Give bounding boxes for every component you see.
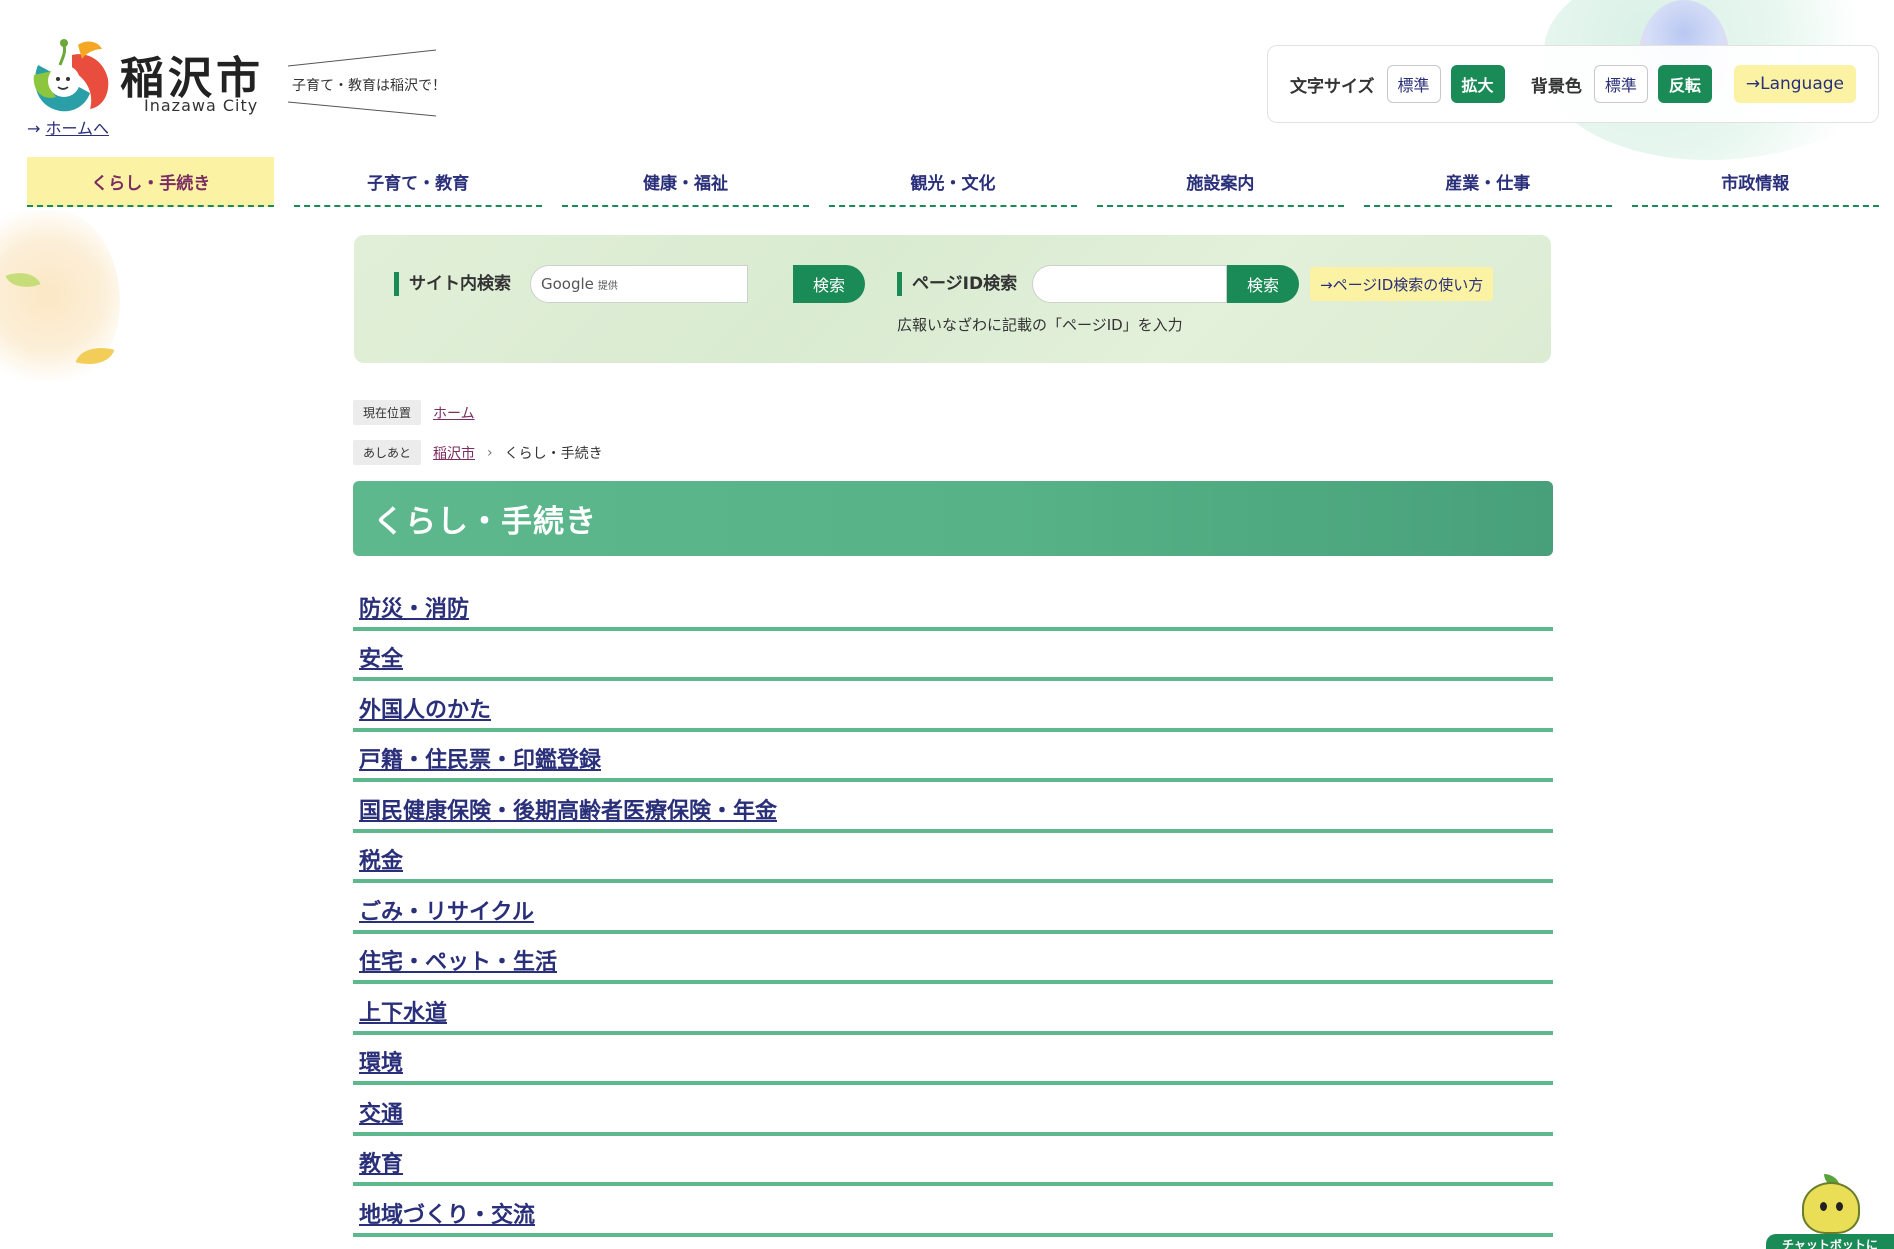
category-link[interactable]: 外国人のかた [359,692,491,724]
category-link[interactable]: 地域づくり・交流 [359,1197,535,1229]
page-title-banner: くらし・手続き [353,481,1553,556]
breadcrumb-root-link[interactable]: 稲沢市 [433,443,475,463]
home-link-text[interactable]: ホームへ [46,119,110,138]
list-item: 環境 [353,1035,1553,1085]
list-item: 外国人のかた [353,681,1553,732]
bg-invert-button[interactable]: 反転 [1657,65,1712,103]
arrow-right-icon: → [27,119,41,138]
google-brand-text: Google [541,275,594,293]
city-name-english: Inazawa City [144,96,259,115]
site-logo[interactable]: 稲沢市 Inazawa City [28,30,268,120]
chatbot-label: チャットボットに [1766,1234,1894,1249]
nav-item-childcare[interactable]: 子育て・教育 [294,157,542,207]
font-size-label: 文字サイズ [1290,76,1375,97]
city-mascot-logo-icon [33,39,109,112]
current-position: 現在位置 ホーム [353,400,475,425]
global-navigation: くらし・手続き 子育て・教育 健康・福祉 観光・文化 施設案内 産業・仕事 市政… [27,157,1879,207]
home-link[interactable]: → ホームへ [27,115,109,139]
category-link[interactable]: 上下水道 [359,995,447,1027]
nav-item-living[interactable]: くらし・手続き [27,157,275,207]
bg-standard-button[interactable]: 標準 [1593,65,1648,103]
list-item: 安全 [353,631,1553,681]
breadcrumb: あしあと 稲沢市 › くらし・手続き [353,440,603,465]
tagline-text: 子育て・教育は稲沢で！ [292,78,446,94]
category-link[interactable]: 安全 [359,641,403,673]
category-link[interactable]: 税金 [359,843,403,875]
list-item: 地域づくり・交流 [353,1186,1553,1237]
list-item: 交通 [353,1085,1553,1136]
bg-color-label: 背景色 [1530,76,1582,97]
nav-item-city-info[interactable]: 市政情報 [1631,157,1879,207]
list-item: 戸籍・住民票・印鑑登録 [353,732,1553,782]
font-size-standard-button[interactable]: 標準 [1386,65,1441,103]
list-item: 税金 [353,833,1553,883]
page-title: くらし・手続き [373,504,597,540]
google-provided-watermark: Google 提供 [541,275,618,293]
nav-item-facilities[interactable]: 施設案内 [1096,157,1345,207]
mascot-eye-icon [1836,1202,1843,1211]
page-id-search-button[interactable]: 検索 [1227,265,1299,303]
current-position-tag: 現在位置 [353,400,422,425]
category-link[interactable]: 国民健康保険・後期高齢者医療保険・年金 [359,793,777,825]
category-link[interactable]: 教育 [359,1146,403,1178]
page-id-search-label: ページID検索 [897,272,1017,296]
list-item: 上下水道 [353,984,1553,1035]
chevron-right-icon: › [487,444,493,461]
list-item: 住宅・ペット・生活 [353,934,1553,984]
nav-item-health[interactable]: 健康・福祉 [561,157,810,207]
search-panel: サイト内検索 Google 提供 検索 ページID検索 検索 →ページID検索の使… [354,235,1551,363]
list-item: 国民健康保険・後期高齢者医療保険・年金 [353,782,1553,833]
category-link[interactable]: 交通 [359,1096,403,1128]
site-search-button[interactable]: 検索 [793,265,865,303]
page-id-note: 広報いなざわに記載の「ページID」を入力 [897,316,1183,334]
language-button[interactable]: →Language [1733,65,1856,103]
site-search-label: サイト内検索 [394,272,511,296]
list-item: 教育 [353,1136,1553,1186]
nav-item-industry[interactable]: 産業・仕事 [1364,157,1612,207]
mascot-eye-icon [1820,1202,1827,1211]
category-link[interactable]: 環境 [359,1045,403,1077]
font-size-large-button[interactable]: 拡大 [1450,65,1505,103]
nav-item-tourism[interactable]: 観光・文化 [829,157,1077,207]
list-item: ごみ・リサイクル [353,883,1553,934]
tagline-callout: 子育て・教育は稲沢で！ [286,48,446,118]
category-link[interactable]: 戸籍・住民票・印鑑登録 [359,742,601,774]
category-link[interactable]: 防災・消防 [359,591,469,623]
breadcrumb-home-link[interactable]: ホーム [433,403,475,423]
provided-text: 提供 [597,281,618,292]
trail-tag: あしあと [353,440,422,465]
category-link[interactable]: 住宅・ペット・生活 [359,944,557,976]
category-list: 防災・消防 安全 外国人のかた 戸籍・住民票・印鑑登録 国民健康保険・後期高齢者… [353,580,1553,1237]
page-id-input[interactable] [1032,265,1227,303]
chatbot-mascot-icon [1802,1182,1860,1234]
breadcrumb-current: くらし・手続き [504,445,603,462]
page-id-howto-link[interactable]: →ページID検索の使い方 [1310,267,1494,301]
list-item: 防災・消防 [353,580,1553,631]
chatbot-button[interactable]: チャットボットに [1766,1174,1894,1249]
category-link[interactable]: ごみ・リサイクル [359,894,534,926]
accessibility-toolbar: 文字サイズ 標準 拡大 背景色 標準 反転 →Language [1267,45,1879,123]
site-search-input[interactable]: Google 提供 [530,265,748,303]
